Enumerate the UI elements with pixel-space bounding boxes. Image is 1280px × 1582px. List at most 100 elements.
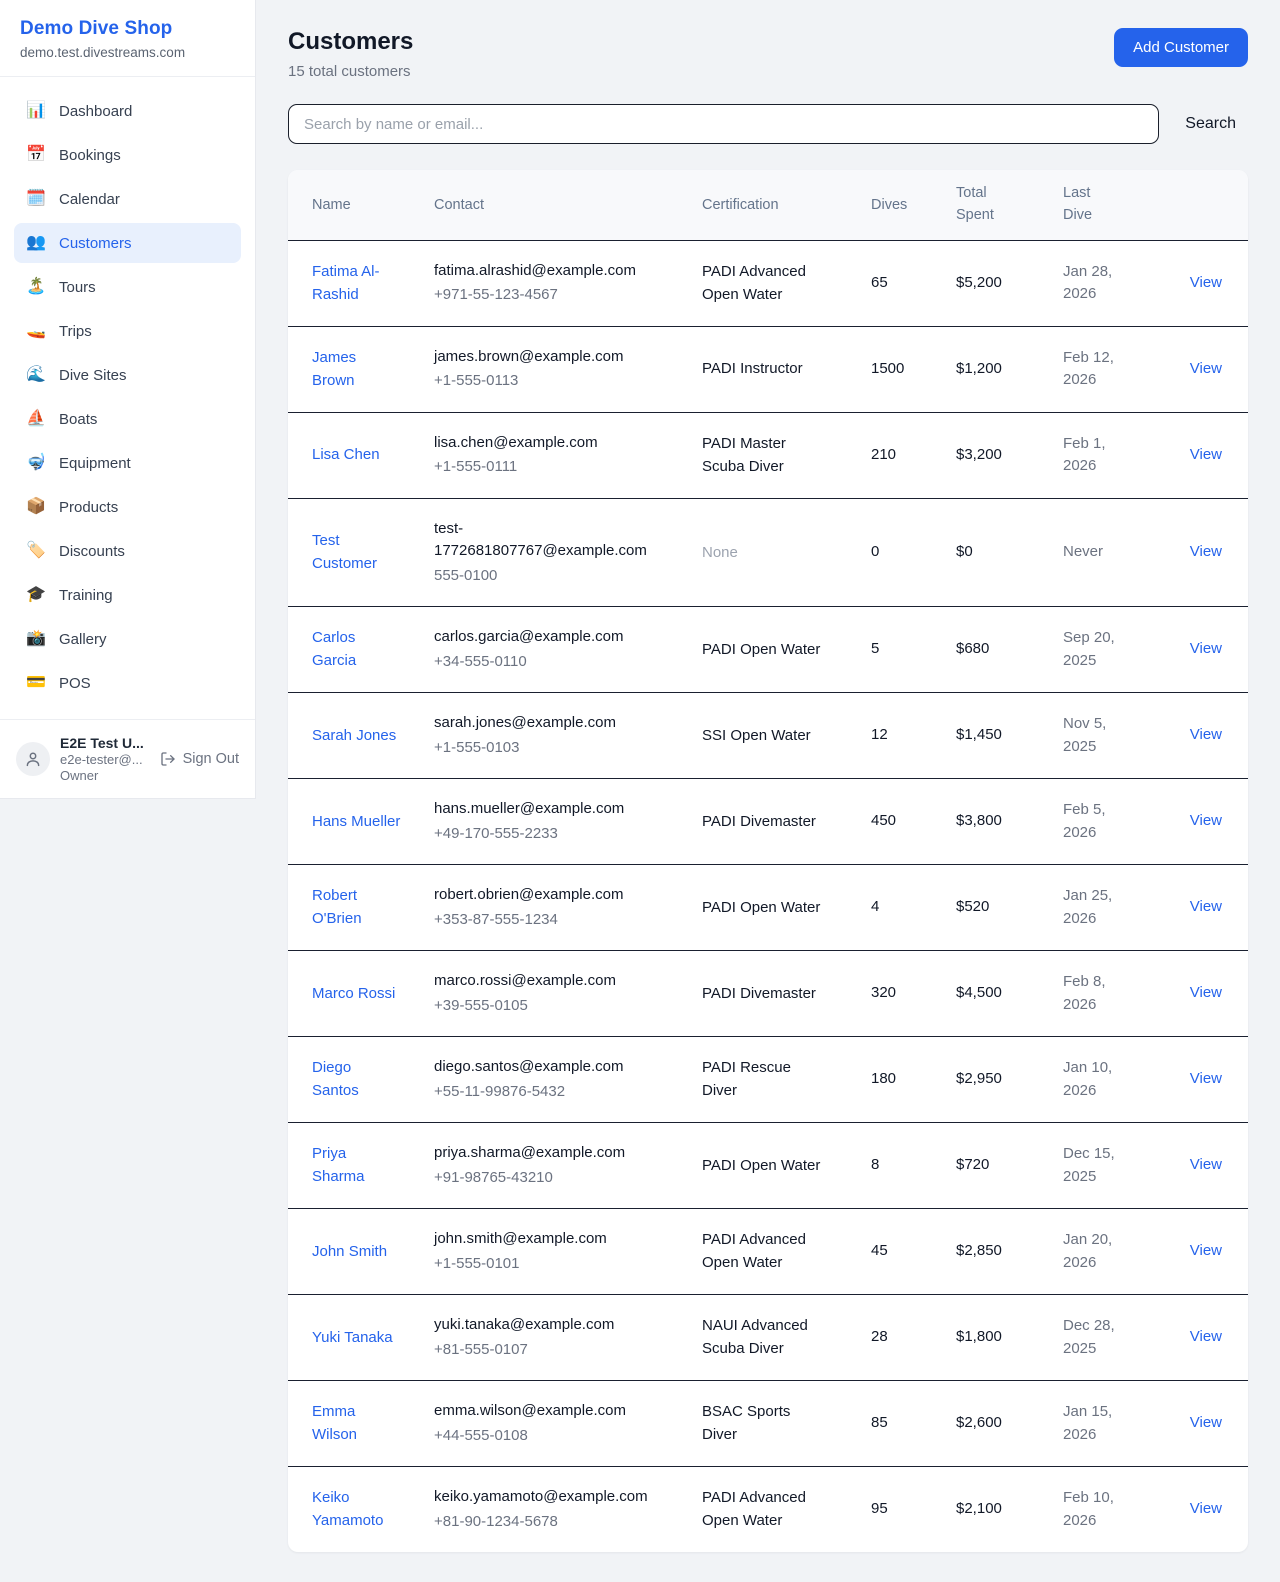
customer-dives: 320 [871,984,896,1001]
tag-icon: 🏷️ [26,543,46,559]
sidebar-item-pos[interactable]: 💳 POS [14,663,241,703]
customer-name-link[interactable]: Yuki Tanaka [312,1326,393,1349]
sign-out-button[interactable]: Sign Out [160,751,239,767]
customer-certification: PADI Instructor [702,357,803,380]
user-role: Owner [60,768,150,783]
view-customer-link[interactable]: View [1190,726,1222,743]
customer-name-link[interactable]: James Brown [312,346,402,393]
sidebar-item-label: Trips [59,323,92,340]
search-button[interactable]: Search [1173,107,1248,141]
camera-icon: 📸 [26,631,46,647]
view-customer-link[interactable]: View [1190,1500,1222,1517]
shop-domain: demo.test.divestreams.com [20,45,235,60]
customer-email: test-1772681807767@example.com [434,518,652,563]
view-customer-link[interactable]: View [1190,360,1222,377]
column-header-actions [1170,170,1248,240]
sidebar-item-products[interactable]: 📦 Products [14,487,241,527]
view-customer-link[interactable]: View [1190,1328,1222,1345]
search-input[interactable] [288,104,1159,144]
customer-total-spent: $2,950 [956,1070,1002,1087]
sidebar-item-dive-sites[interactable]: 🌊 Dive Sites [14,355,241,395]
customer-name-link[interactable]: Lisa Chen [312,443,380,466]
customer-name-link[interactable]: Marco Rossi [312,982,395,1005]
sidebar-user-section: E2E Test U... e2e-tester@... Owner Sign … [0,719,255,798]
column-header-last-dive: Last Dive [1063,170,1170,240]
customer-certification: SSI Open Water [702,724,811,747]
customer-total-spent: $2,600 [956,1414,1002,1431]
column-header-contact: Contact [434,170,702,240]
customer-name-link[interactable]: Emma Wilson [312,1400,402,1447]
customers-table-card: Name Contact Certification Dives Total S… [288,170,1248,1552]
customer-last-dive: Dec 28, 2025 [1063,1315,1127,1360]
customer-dives: 1500 [871,360,904,377]
view-customer-link[interactable]: View [1190,898,1222,915]
sidebar-item-trips[interactable]: 🚤 Trips [14,311,241,351]
page-header: Customers 15 total customers Add Custome… [288,28,1248,80]
customer-name-link[interactable]: Diego Santos [312,1056,402,1103]
customer-name-link[interactable]: Keiko Yamamoto [312,1486,402,1533]
table-row: Keiko Yamamoto keiko.yamamoto@example.co… [288,1467,1248,1553]
shop-name: Demo Dive Shop [20,18,235,40]
customer-name-link[interactable]: John Smith [312,1240,387,1263]
customer-name-link[interactable]: Hans Mueller [312,810,400,833]
sidebar-item-discounts[interactable]: 🏷️ Discounts [14,531,241,571]
customer-total-spent: $2,850 [956,1242,1002,1259]
sidebar-item-equipment[interactable]: 🤿 Equipment [14,443,241,483]
view-customer-link[interactable]: View [1190,446,1222,463]
main-content: Customers 15 total customers Add Custome… [256,0,1280,1582]
customer-email: priya.sharma@example.com [434,1142,652,1165]
view-customer-link[interactable]: View [1190,984,1222,1001]
customer-name-link[interactable]: Carlos Garcia [312,626,402,673]
sidebar-item-tours[interactable]: 🏝️ Tours [14,267,241,307]
view-customer-link[interactable]: View [1190,640,1222,657]
customer-email: diego.santos@example.com [434,1056,652,1079]
customer-last-dive: Jan 28, 2026 [1063,261,1127,306]
customer-total-spent: $720 [956,1156,989,1173]
sidebar-item-label: Dashboard [59,103,132,120]
view-customer-link[interactable]: View [1190,1156,1222,1173]
customer-name-link[interactable]: Test Customer [312,529,402,576]
customer-last-dive: Never [1063,541,1103,564]
customer-certification: PADI Divemaster [702,982,816,1005]
sidebar-item-boats[interactable]: ⛵ Boats [14,399,241,439]
sidebar-item-bookings[interactable]: 📅 Bookings [14,135,241,175]
sidebar-item-calendar[interactable]: 🗓️ Calendar [14,179,241,219]
view-customer-link[interactable]: View [1190,543,1222,560]
view-customer-link[interactable]: View [1190,274,1222,291]
customer-phone: 555-0100 [434,565,690,588]
logout-icon [160,751,176,767]
sidebar-item-label: Bookings [59,147,121,164]
view-customer-link[interactable]: View [1190,1242,1222,1259]
table-row: Lisa Chen lisa.chen@example.com+1-555-01… [288,412,1248,498]
customer-name-link[interactable]: Robert O'Brien [312,884,402,931]
sidebar-item-dashboard[interactable]: 📊 Dashboard [14,91,241,131]
table-row: James Brown james.brown@example.com+1-55… [288,326,1248,412]
sidebar-item-customers[interactable]: 👥 Customers [14,223,241,263]
add-customer-button[interactable]: Add Customer [1114,28,1248,67]
customer-total-spent: $1,450 [956,726,1002,743]
customer-total-spent: $4,500 [956,984,1002,1001]
speedboat-icon: 🚤 [26,323,46,339]
customer-name-link[interactable]: Priya Sharma [312,1142,402,1189]
view-customer-link[interactable]: View [1190,1070,1222,1087]
customer-certification: PADI Master Scuba Diver [702,432,822,479]
table-row: Emma Wilson emma.wilson@example.com+44-5… [288,1381,1248,1467]
customer-dives: 28 [871,1328,888,1345]
customer-certification: PADI Open Water [702,638,820,661]
package-icon: 📦 [26,499,46,515]
user-name: E2E Test U... [60,735,150,751]
bookings-calendar-icon: 📅 [26,147,46,163]
sidebar: Demo Dive Shop demo.test.divestreams.com… [0,0,256,799]
customer-email: robert.obrien@example.com [434,884,652,907]
avatar [16,742,50,776]
customer-name-link[interactable]: Sarah Jones [312,724,396,747]
sidebar-item-training[interactable]: 🎓 Training [14,575,241,615]
view-customer-link[interactable]: View [1190,1414,1222,1431]
sidebar-item-gallery[interactable]: 📸 Gallery [14,619,241,659]
customer-dives: 4 [871,898,879,915]
view-customer-link[interactable]: View [1190,812,1222,829]
customer-last-dive: Feb 5, 2026 [1063,799,1127,844]
customer-phone: +1-555-0113 [434,370,690,393]
customer-name-link[interactable]: Fatima Al-Rashid [312,260,402,307]
total-customers-count: 15 total customers [288,63,413,80]
